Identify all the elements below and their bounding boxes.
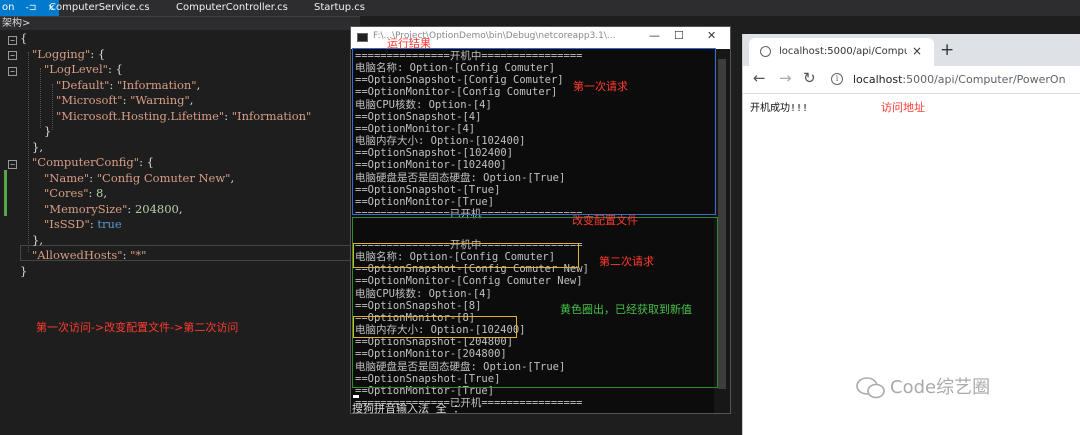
first-request-outline (352, 48, 716, 215)
close-button[interactable]: ✕ (707, 29, 716, 42)
highlight-memory-outline (353, 316, 517, 338)
console-cursor (353, 395, 359, 398)
new-tab-button[interactable]: + (940, 40, 954, 60)
wechat-logo-icon (856, 377, 885, 399)
globe-icon (760, 46, 771, 57)
pin-icon[interactable]: -⊐ (26, 3, 37, 13)
code-editor[interactable]: − − − − { "Logging": { "LogLevel": { "De… (0, 30, 352, 435)
browser-tab-title: localhost:5000/api/Computer/ (779, 46, 907, 57)
annotation-run-result: 运行结果 (387, 37, 431, 50)
address-bar[interactable]: i localhost:5000/api/Computer/PowerOn (829, 70, 1079, 90)
annotation-yellow-note: 黄色圈出，已经获取到新值 (560, 303, 692, 316)
info-icon[interactable]: i (831, 73, 843, 85)
code-line: "ComputerConfig": { (32, 155, 154, 169)
annotation-second-request: 第二次请求 (599, 255, 654, 268)
breadcrumb[interactable]: 架构> (0, 16, 360, 30)
code-line: { (20, 31, 28, 45)
change-indicator (4, 170, 7, 216)
code-line: "AllowedHosts": "*" (32, 248, 147, 262)
url-host: localhost (853, 73, 903, 86)
annotation-change-config: 改变配置文件 (572, 214, 638, 227)
code-line: }, (32, 140, 43, 154)
annotation-visit-address: 访问地址 (881, 101, 925, 114)
code-line: }, (32, 233, 43, 247)
indent-guide (40, 68, 41, 128)
minimize-button[interactable]: — (649, 29, 660, 42)
console-icon (357, 33, 368, 42)
tab-label: on (2, 2, 15, 13)
code-line: "Cores": 8, (44, 186, 108, 200)
code-line: "MemorySize": 204800, (44, 202, 183, 216)
watermark: Code综艺圈 (856, 373, 990, 399)
watermark-text: Code综艺圈 (890, 377, 991, 398)
code-line: "Default": "Information", (56, 78, 201, 92)
editor-tab-bar: on -⊐ × ComputerService.cs ComputerContr… (0, 0, 1080, 16)
code-line: } (20, 264, 28, 278)
tab-computer-service[interactable]: ComputerService.cs (49, 0, 150, 16)
maximize-button[interactable]: ☐ (674, 29, 684, 42)
code-line: "Microsoft": "Warning", (56, 93, 194, 107)
code-line: "Logging": { (32, 47, 106, 61)
indent-guide (28, 52, 29, 252)
browser-tab[interactable]: localhost:5000/api/Computer/ × (749, 38, 934, 66)
code-line: "LogLevel": { (44, 62, 123, 76)
highlight-name-outline (353, 243, 579, 268)
fold-toggle-icon[interactable]: − (8, 51, 17, 60)
code-line: "Microsoft.Hosting.Lifetime": "Informati… (56, 109, 312, 123)
annotation-first-request: 第一次请求 (573, 80, 628, 93)
tab-computer-controller[interactable]: ComputerController.cs (176, 0, 288, 16)
indent-guide (52, 84, 53, 130)
back-icon[interactable]: ← (753, 69, 766, 87)
response-text: 开机成功!!! (750, 103, 809, 114)
reload-icon[interactable]: ↻ (803, 69, 816, 87)
url-path: :5000/api/Computer/PowerOn (902, 73, 1066, 86)
code-line: "IsSSD": true (44, 217, 122, 231)
browser-tab-bar: localhost:5000/api/Computer/ × + (743, 34, 1080, 66)
fold-toggle-icon[interactable]: − (8, 67, 17, 76)
code-line: "Name": "Config Comuter New", (44, 171, 235, 185)
fold-toggle-icon[interactable]: − (8, 160, 17, 169)
tab-startup[interactable]: Startup.cs (314, 0, 365, 16)
tab-close-icon[interactable]: × (912, 44, 922, 58)
ime-status: 搜狗拼音输入法 全 ： (352, 402, 465, 415)
fold-toggle-icon[interactable]: − (8, 36, 17, 45)
code-line: } (44, 124, 52, 138)
forward-icon[interactable]: → (779, 69, 792, 87)
scrollbar-thumb[interactable] (718, 59, 726, 389)
browser-toolbar: ← → ↻ i localhost:5000/api/Computer/Powe… (743, 66, 1080, 94)
annotation-steps: 第一次访问->改变配置文件->第二次访问 (36, 321, 239, 334)
